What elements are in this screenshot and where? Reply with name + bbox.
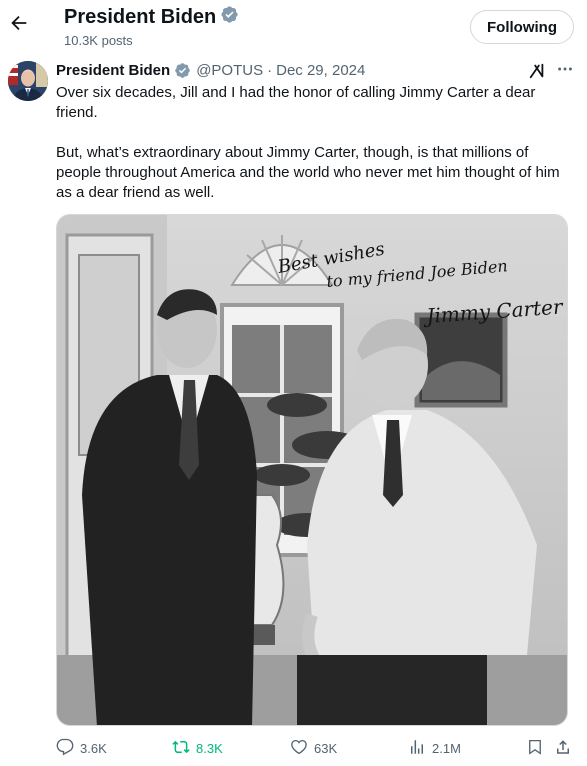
action-bar: 3.6K 8.3K 63K 2.1M	[56, 738, 576, 760]
post-count: 10.3K posts	[64, 33, 133, 48]
verified-badge-icon	[220, 5, 239, 30]
more-icon[interactable]	[556, 60, 574, 80]
like-icon	[290, 738, 308, 759]
verified-badge-icon	[174, 62, 191, 79]
views-button[interactable]: 2.1M	[408, 738, 461, 759]
header-name: President Biden	[64, 6, 217, 28]
post-photo[interactable]: Best wishes to my friend Joe Biden Jimmy…	[56, 214, 568, 726]
post-date[interactable]: Dec 29, 2024	[276, 62, 365, 79]
following-button[interactable]: Following	[470, 10, 574, 44]
bookmark-button[interactable]	[526, 738, 544, 759]
like-button[interactable]: 63K	[290, 738, 337, 759]
views-icon	[408, 738, 426, 759]
post-paragraph: But, what’s extraordinary about Jimmy Ca…	[56, 144, 560, 201]
bookmark-icon	[526, 738, 544, 759]
reply-count: 3.6K	[80, 741, 107, 756]
reply-button[interactable]: 3.6K	[56, 738, 107, 759]
grok-icon[interactable]	[528, 62, 546, 80]
repost-icon	[172, 738, 190, 759]
meta-separator: ·	[267, 62, 273, 79]
views-count: 2.1M	[432, 741, 461, 756]
repost-count: 8.3K	[196, 741, 223, 756]
reply-icon	[56, 738, 74, 759]
top-bar: President Biden 10.3K posts Following	[0, 0, 587, 56]
post-meta: President Biden @POTUS · Dec 29, 2024	[56, 62, 365, 79]
share-button[interactable]	[554, 738, 572, 759]
avatar[interactable]	[8, 61, 48, 101]
back-arrow-icon[interactable]	[8, 12, 30, 36]
profile-header-title: President Biden	[64, 5, 239, 30]
share-icon	[554, 738, 572, 759]
photo-illustration: Best wishes to my friend Joe Biden Jimmy…	[57, 215, 567, 725]
author-handle[interactable]: @POTUS	[196, 62, 263, 79]
like-count: 63K	[314, 741, 338, 756]
post-text: Over six decades, Jill and I had the hon…	[56, 83, 566, 223]
post-paragraph: Over six decades, Jill and I had the hon…	[56, 84, 536, 121]
repost-button[interactable]: 8.3K	[172, 738, 223, 759]
author-name[interactable]: President Biden	[56, 62, 170, 79]
